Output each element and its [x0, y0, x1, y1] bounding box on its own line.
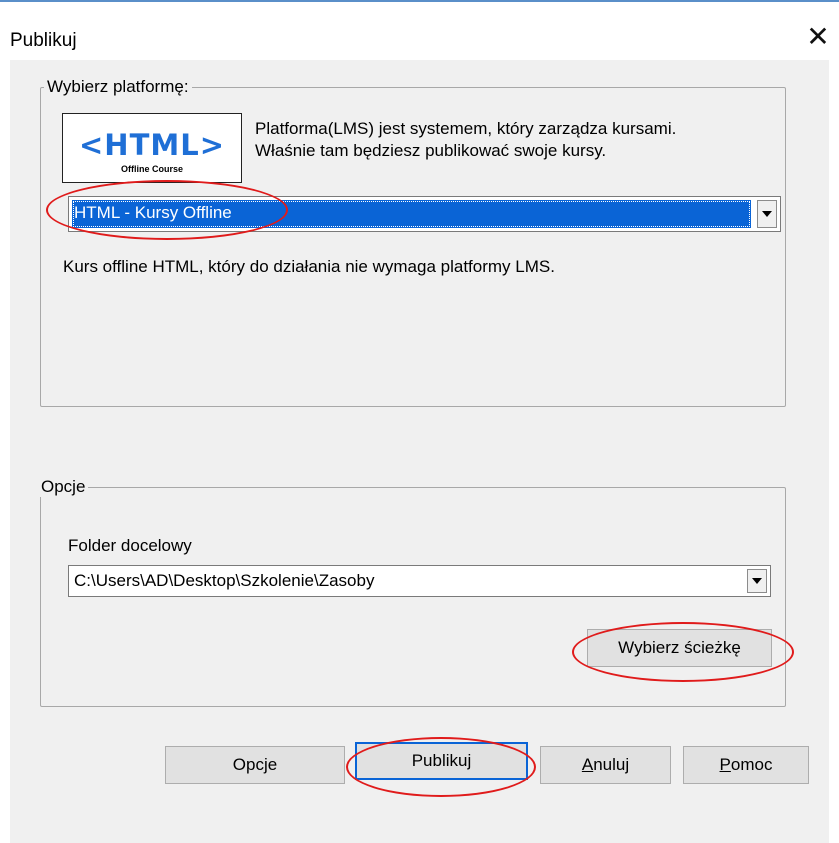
help-button[interactable]: Pomoc: [683, 746, 809, 784]
close-icon[interactable]: ✕: [803, 22, 833, 52]
cancel-button[interactable]: Anuluj: [540, 746, 671, 784]
folder-path-combo[interactable]: C:\Users\AD\Desktop\Szkolenie\Zasoby: [68, 565, 771, 597]
options-group-legend: Opcje: [38, 477, 89, 497]
chevron-down-icon[interactable]: [747, 569, 767, 593]
help-label: omoc: [730, 755, 773, 774]
folder-label: Folder docelowy: [68, 536, 192, 555]
help-mnemonic: P: [719, 755, 731, 774]
options-button[interactable]: Opcje: [165, 746, 345, 784]
platform-group-legend: Wybierz platformę:: [44, 77, 192, 97]
title-bar: Publikuj ✕: [0, 2, 839, 60]
platform-info-line2: Właśnie tam będziesz publikować swoje ku…: [255, 141, 607, 160]
logo-text: <HTML>: [79, 128, 225, 162]
logo-subtext: Offline Course: [120, 164, 183, 172]
browse-path-button[interactable]: Wybierz ścieżkę: [587, 629, 772, 667]
platform-description: Kurs offline HTML, który do działania ni…: [63, 257, 555, 276]
chevron-down-icon[interactable]: [757, 200, 777, 228]
platform-logo: <HTML> Offline Course: [62, 113, 242, 183]
cancel-mnemonic: A: [581, 755, 594, 774]
folder-path-value[interactable]: C:\Users\AD\Desktop\Szkolenie\Zasoby: [72, 569, 741, 593]
options-group: Opcje: [38, 477, 786, 707]
window-title: Publikuj: [10, 30, 77, 51]
platform-select[interactable]: HTML - Kursy Offline: [68, 196, 781, 232]
platform-info-line1: Platforma(LMS) jest systemem, który zarz…: [255, 119, 677, 138]
publish-button[interactable]: Publikuj: [355, 742, 528, 780]
platform-select-value: HTML - Kursy Offline: [72, 200, 751, 228]
cancel-label: nuluj: [593, 755, 630, 774]
